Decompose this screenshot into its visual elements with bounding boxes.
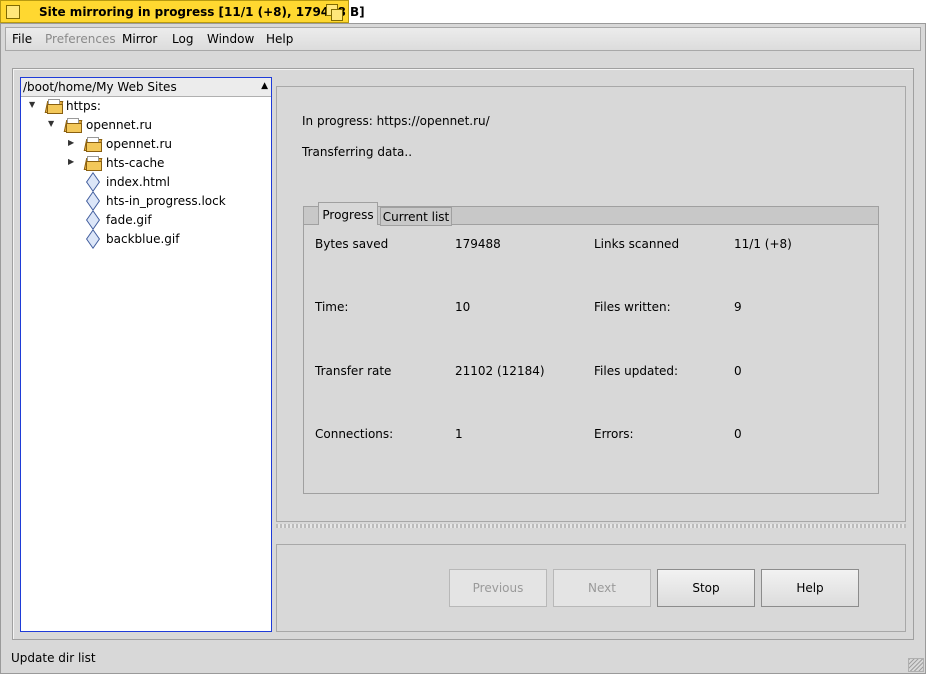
tab-current-list[interactable]: Current list [380,207,452,226]
folder-icon [83,137,103,152]
errors-value: 0 [734,427,742,441]
tree-path-header[interactable]: /boot/home/My Web Sites ▲ [21,78,271,97]
bytes-saved-label: Bytes saved [315,237,389,251]
tab-view [303,206,879,494]
files-updated-label: Files updated: [594,364,679,378]
bytes-saved-value: 179488 [455,237,501,251]
tree-item-index-html[interactable]: index.html [21,172,271,192]
menu-log[interactable]: Log [172,32,193,46]
tree-item-label: opennet.ru [86,118,152,132]
file-icon [84,229,100,249]
help-button[interactable]: Help [761,569,859,607]
in-progress-text: In progress: https://opennet.ru/ [302,114,490,128]
file-icon [84,191,100,211]
stop-button[interactable]: Stop [657,569,755,607]
tree-item-https[interactable]: ▼ https: [21,97,271,116]
tree-item-label: index.html [106,175,170,189]
zoom-window-icon[interactable] [326,4,343,21]
resize-grip-icon[interactable] [908,658,924,672]
window-title: Site mirroring in progress [11/1 (+8), 1… [39,5,365,19]
tree-item-label: hts-cache [106,156,165,170]
tree-item-opennet[interactable]: ▼ opennet.ru [21,116,271,135]
tree-item-label: fade.gif [106,213,152,227]
time-label: Time: [315,300,349,314]
links-scanned-value: 11/1 (+8) [734,237,792,251]
tree-item-label: hts-in_progress.lock [106,194,226,208]
menu-help[interactable]: Help [266,32,293,46]
panel-splitter[interactable] [276,524,906,528]
previous-button[interactable]: Previous [449,569,547,607]
expanded-arrow-icon[interactable]: ▼ [29,100,37,109]
expanded-arrow-icon[interactable]: ▼ [48,119,56,128]
tree-item-hts-cache[interactable]: ▶ hts-cache [21,154,271,173]
file-icon [84,172,100,192]
collapsed-arrow-icon[interactable]: ▶ [68,157,76,166]
tree-item-label: opennet.ru [106,137,172,151]
connections-label: Connections: [315,427,394,441]
connections-value: 1 [455,427,463,441]
folder-icon [83,156,103,171]
files-written-value: 9 [734,300,742,314]
files-updated-value: 0 [734,364,742,378]
next-button[interactable]: Next [553,569,651,607]
collapsed-arrow-icon[interactable]: ▶ [68,138,76,147]
transfer-rate-value: 21102 (12184) [455,364,545,378]
folder-icon [63,118,83,133]
links-scanned-label: Links scanned [594,237,680,251]
tree-path: /boot/home/My Web Sites [23,80,177,94]
menu-window[interactable]: Window [207,32,254,46]
file-icon [84,210,100,230]
transferring-text: Transferring data.. [302,145,413,159]
tree-item-opennet-sub[interactable]: ▶ opennet.ru [21,135,271,154]
tree-item-label: https: [66,99,101,113]
time-value: 10 [455,300,471,314]
directory-tree[interactable]: /boot/home/My Web Sites ▲ ▼ https: ▼ ope… [20,77,272,632]
tree-item-fade-gif[interactable]: fade.gif [21,210,271,230]
tree-item-label: backblue.gif [106,232,180,246]
folder-icon [44,99,64,114]
files-written-label: Files written: [594,300,671,314]
menu-file[interactable]: File [12,32,32,46]
close-window-icon[interactable] [6,5,20,19]
status-bar-text: Update dir list [11,651,96,665]
tree-item-backblue-gif[interactable]: backblue.gif [21,229,271,249]
menu-bar: File Preferences Mirror Log Window Help [5,27,921,51]
transfer-rate-label: Transfer rate [315,364,392,378]
menu-preferences[interactable]: Preferences [45,32,116,46]
tab-progress[interactable]: Progress [318,202,378,225]
menu-mirror[interactable]: Mirror [122,32,157,46]
collapse-up-icon[interactable]: ▲ [261,81,268,91]
tree-item-lock-file[interactable]: hts-in_progress.lock [21,191,271,211]
window-title-tab[interactable]: Site mirroring in progress [11/1 (+8), 1… [0,0,365,23]
errors-label: Errors: [594,427,634,441]
